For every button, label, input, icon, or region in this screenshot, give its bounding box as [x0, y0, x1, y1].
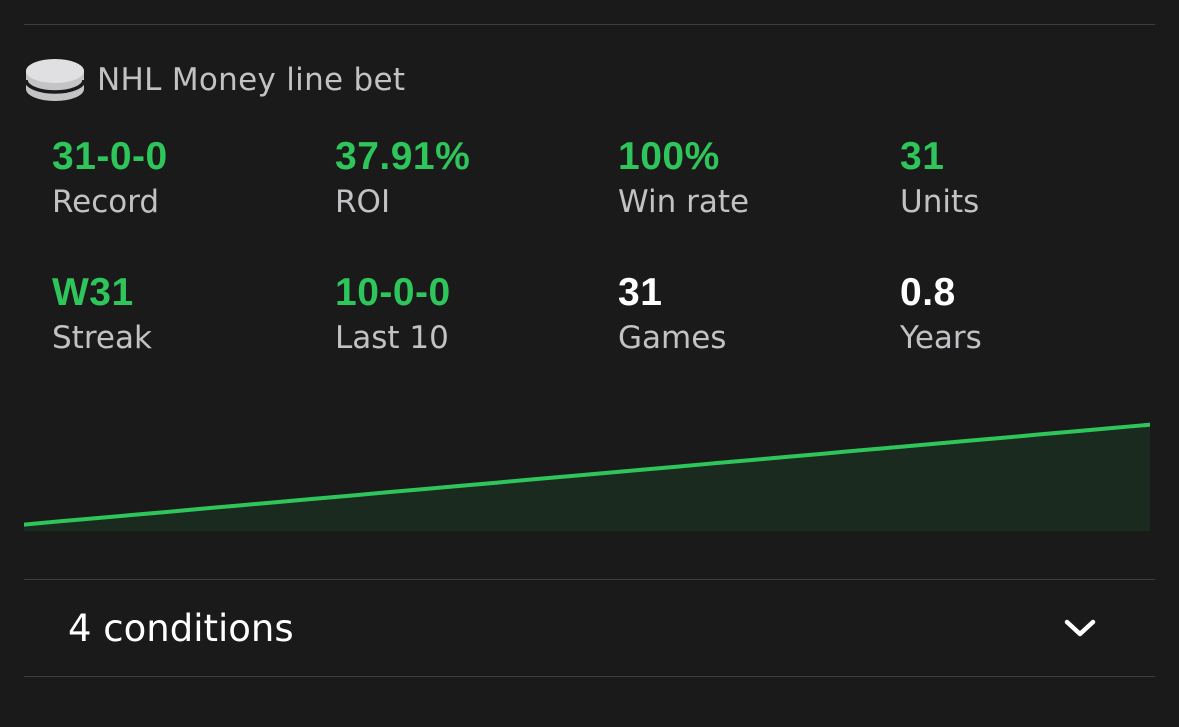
system-title: NHL Money line bet [97, 62, 406, 98]
years-label: Years [900, 320, 982, 356]
system-header: NHL Money line bet [24, 56, 405, 104]
win-rate-label: Win rate [618, 184, 750, 220]
win-rate-value: 100% [618, 135, 720, 178]
last-10-value: 10-0-0 [335, 271, 451, 314]
stat-last-10: 10-0-0 Last 10 [335, 272, 605, 358]
stat-units: 31 Units [900, 136, 1170, 222]
games-value: 31 [618, 271, 663, 314]
stat-streak: W31 Streak [52, 272, 322, 358]
chevron-down-icon[interactable] [1063, 613, 1097, 643]
stat-record: 31-0-0 Record [52, 136, 322, 222]
record-value: 31-0-0 [52, 135, 168, 178]
conditions-toggle[interactable]: 4 conditions [24, 580, 1155, 676]
roi-value: 37.91% [335, 135, 471, 178]
hockey-puck-icon [24, 59, 86, 101]
roi-label: ROI [335, 184, 391, 220]
streak-label: Streak [52, 320, 152, 356]
stat-games: 31 Games [618, 272, 888, 358]
games-label: Games [618, 320, 727, 356]
conditions-bottom-divider [24, 676, 1155, 677]
units-growth-chart [24, 422, 1150, 531]
last-10-label: Last 10 [335, 320, 449, 356]
stat-win-rate: 100% Win rate [618, 136, 888, 222]
years-value: 0.8 [900, 271, 956, 314]
units-label: Units [900, 184, 980, 220]
record-label: Record [52, 184, 160, 220]
top-divider [24, 24, 1155, 25]
units-value: 31 [900, 135, 945, 178]
stat-roi: 37.91% ROI [335, 136, 605, 222]
streak-value: W31 [52, 271, 134, 314]
stat-years: 0.8 Years [900, 272, 1170, 358]
conditions-label: 4 conditions [68, 606, 294, 650]
